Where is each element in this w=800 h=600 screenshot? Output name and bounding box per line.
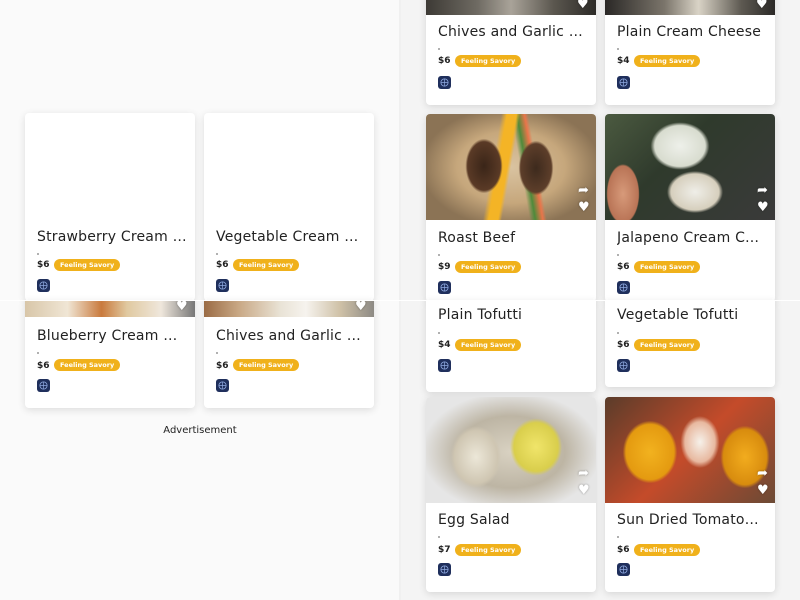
food-photo xyxy=(204,300,374,317)
menu-card-chives-garlic-cream-cheese[interactable]: ♥ Chives and Garlic Cr... $6 Feeling Sav… xyxy=(426,0,596,105)
heart-icon[interactable]: ♥ xyxy=(578,201,590,214)
item-price: $6 xyxy=(37,260,50,270)
item-price: $7 xyxy=(438,545,451,555)
menu-card-plain-cream-cheese[interactable]: ♥ Plain Cream Cheese $4 Feeling Savory xyxy=(605,0,775,105)
menu-card-vegetable-cream-cheese[interactable]: Vegetable Cream C... $6 Feeling Savory xyxy=(204,113,374,301)
item-price: $4 xyxy=(438,340,451,350)
share-icon[interactable]: ➦ xyxy=(757,184,768,197)
separator-dot xyxy=(37,253,39,255)
category-tag: Feeling Savory xyxy=(233,259,300,271)
menu-card-strawberry-cream-cheese[interactable]: Strawberry Cream C... $6 Feeling Savory xyxy=(25,113,195,301)
separator-dot xyxy=(617,254,619,256)
food-photo xyxy=(426,0,596,15)
item-price: $6 xyxy=(617,262,630,272)
brand-logo-icon xyxy=(438,563,451,576)
menu-card-roast-beef[interactable]: ➦ ♥ Roast Beef $9 Feeling Savory xyxy=(426,114,596,302)
food-photo xyxy=(426,397,596,503)
brand-logo-icon xyxy=(216,379,229,392)
separator-dot xyxy=(216,352,218,354)
heart-icon[interactable]: ♥ xyxy=(757,484,769,497)
brand-logo-icon xyxy=(617,563,630,576)
brand-logo-icon xyxy=(617,281,630,294)
item-title: Vegetable Cream C... xyxy=(216,229,366,245)
item-title: Chives and Garlic Cr... xyxy=(438,24,588,40)
item-price: $4 xyxy=(617,56,630,66)
item-price: $9 xyxy=(438,262,451,272)
item-price: $6 xyxy=(617,340,630,350)
category-tag: Feeling Savory xyxy=(634,55,701,67)
food-photo xyxy=(25,300,195,317)
item-title: Sun Dried Tomatoes... xyxy=(617,512,767,528)
separator-dot xyxy=(438,332,440,334)
separator-dot xyxy=(438,48,440,50)
category-tag: Feeling Savory xyxy=(455,544,522,556)
heart-icon[interactable]: ♥ xyxy=(355,300,367,313)
separator-dot xyxy=(617,536,619,538)
menu-card-sun-dried-tomatoes[interactable]: ➦ ♥ Sun Dried Tomatoes... $6 Feeling Sav… xyxy=(605,397,775,592)
category-tag: Feeling Savory xyxy=(455,55,522,67)
heart-icon[interactable]: ♥ xyxy=(176,300,188,313)
heart-icon[interactable]: ♥ xyxy=(756,0,768,11)
separator-dot xyxy=(438,536,440,538)
heart-icon[interactable]: ♥ xyxy=(577,0,589,11)
category-tag: Feeling Savory xyxy=(455,339,522,351)
separator-dot xyxy=(617,332,619,334)
category-tag: Feeling Savory xyxy=(54,359,121,371)
screen-split-line xyxy=(0,300,800,301)
menu-card-plain-tofutti[interactable]: Plain Tofutti $4 Feeling Savory xyxy=(426,300,596,392)
item-price: $6 xyxy=(216,260,229,270)
brand-logo-icon xyxy=(37,379,50,392)
item-title: Strawberry Cream C... xyxy=(37,229,187,245)
menu-card-vegetable-tofutti[interactable]: Vegetable Tofutti $6 Feeling Savory xyxy=(605,300,775,387)
food-photo xyxy=(605,397,775,503)
item-title: Plain Tofutti xyxy=(438,307,523,323)
separator-dot xyxy=(617,48,619,50)
item-title: Chives and Garlic To... xyxy=(216,328,366,344)
menu-card-chives-garlic-tofutti[interactable]: ♥ Chives and Garlic To... $6 Feeling Sav… xyxy=(204,300,374,408)
food-photo xyxy=(605,114,775,220)
menu-card-blueberry-cream-cheese[interactable]: ♥ Blueberry Cream Ch... $6 Feeling Savor… xyxy=(25,300,195,408)
category-tag: Feeling Savory xyxy=(455,261,522,273)
brand-logo-icon xyxy=(438,359,451,372)
category-tag: Feeling Savory xyxy=(634,261,701,273)
brand-logo-icon xyxy=(216,279,229,292)
menu-card-egg-salad[interactable]: ➦ ♥ Egg Salad $7 Feeling Savory xyxy=(426,397,596,592)
brand-logo-icon xyxy=(438,281,451,294)
item-price: $6 xyxy=(617,545,630,555)
separator-dot xyxy=(438,254,440,256)
brand-logo-icon xyxy=(438,76,451,89)
brand-logo-icon xyxy=(37,279,50,292)
share-icon[interactable]: ➦ xyxy=(578,184,589,197)
item-title: Plain Cream Cheese xyxy=(617,24,762,40)
item-title: Egg Salad xyxy=(438,512,510,528)
item-title: Vegetable Tofutti xyxy=(617,307,739,323)
food-photo xyxy=(426,114,596,220)
item-title: Roast Beef xyxy=(438,230,516,246)
separator-dot xyxy=(37,352,39,354)
heart-icon[interactable]: ♥ xyxy=(578,484,590,497)
item-title: Blueberry Cream Ch... xyxy=(37,328,187,344)
category-tag: Feeling Savory xyxy=(54,259,121,271)
item-price: $6 xyxy=(216,361,229,371)
item-price: $6 xyxy=(438,56,451,66)
heart-icon[interactable]: ♥ xyxy=(757,201,769,214)
brand-logo-icon xyxy=(617,359,630,372)
brand-logo-icon xyxy=(617,76,630,89)
food-photo xyxy=(605,0,775,15)
screen: Strawberry Cream C... $6 Feeling Savory … xyxy=(0,0,800,600)
category-tag: Feeling Savory xyxy=(634,544,701,556)
advertisement-label: Advertisement xyxy=(163,425,237,436)
category-tag: Feeling Savory xyxy=(634,339,701,351)
item-title: Jalapeno Cream Che... xyxy=(617,230,767,246)
item-price: $6 xyxy=(37,361,50,371)
share-icon[interactable]: ➦ xyxy=(757,467,768,480)
separator-dot xyxy=(216,253,218,255)
menu-card-jalapeno-cream-cheese[interactable]: ➦ ♥ Jalapeno Cream Che... $6 Feeling Sav… xyxy=(605,114,775,302)
share-icon[interactable]: ➦ xyxy=(578,467,589,480)
category-tag: Feeling Savory xyxy=(233,359,300,371)
